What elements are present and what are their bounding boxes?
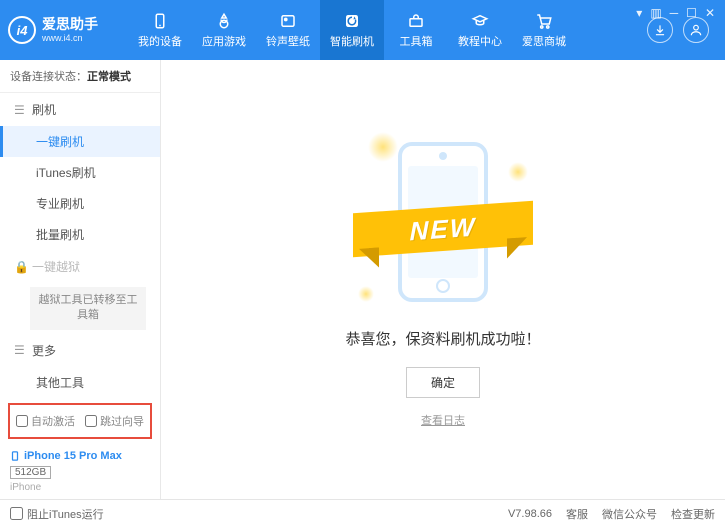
- nav-label: 铃声壁纸: [266, 33, 310, 49]
- sidebar-item-other-tools[interactable]: 其他工具: [0, 367, 160, 398]
- close-icon[interactable]: ✕: [705, 6, 715, 20]
- app-icon: [214, 12, 234, 30]
- connection-status: 设备连接状态：正常模式: [0, 60, 160, 93]
- list-icon: ☰: [14, 103, 26, 117]
- skip-guide-input[interactable]: [85, 415, 97, 427]
- customer-service-link[interactable]: 客服: [566, 506, 588, 522]
- status-value: 正常模式: [87, 71, 131, 83]
- skin-icon[interactable]: ▥: [650, 6, 661, 20]
- minimize-icon[interactable]: ─: [670, 6, 679, 20]
- nav-label: 教程中心: [458, 33, 502, 49]
- device-storage: 512GB: [10, 466, 51, 479]
- main-content: NEW 恭喜您，保资料刷机成功啦！ 确定 查看日志: [161, 60, 725, 499]
- nav-apps[interactable]: 应用游戏: [192, 0, 256, 60]
- menu-icon[interactable]: ▾: [636, 6, 642, 20]
- checkbox-label: 跳过向导: [100, 413, 144, 429]
- block-itunes-input[interactable]: [10, 507, 23, 520]
- graduation-icon: [470, 12, 490, 30]
- logo-icon: i4: [8, 16, 36, 44]
- phone-icon: [150, 12, 170, 30]
- new-ribbon: NEW: [353, 200, 533, 257]
- app-title: 爱思助手: [42, 16, 98, 33]
- checkbox-label: 自动激活: [31, 413, 75, 429]
- window-controls: ▾ ▥ ─ ☐ ✕: [636, 6, 715, 20]
- app-header: ▾ ▥ ─ ☐ ✕ i4 爱思助手 www.i4.cn 我的设备 应用游戏 铃声…: [0, 0, 725, 60]
- nav-smart-flash[interactable]: 智能刷机: [320, 0, 384, 60]
- sidebar-item-batch-flash[interactable]: 批量刷机: [0, 219, 160, 250]
- flash-options-highlighted: 自动激活 跳过向导: [8, 403, 152, 439]
- lock-icon: 🔒: [14, 260, 26, 274]
- group-jailbreak: 🔒 一键越狱: [0, 250, 160, 283]
- checkbox-label: 阻止iTunes运行: [27, 506, 104, 522]
- app-logo: i4 爱思助手 www.i4.cn: [8, 16, 128, 44]
- device-info: iPhone 15 Pro Max 512GB iPhone: [0, 443, 160, 499]
- check-update-link[interactable]: 检查更新: [671, 506, 715, 522]
- nav-ringtones[interactable]: 铃声壁纸: [256, 0, 320, 60]
- auto-activate-input[interactable]: [16, 415, 28, 427]
- success-message: 恭喜您，保资料刷机成功啦！: [345, 328, 540, 349]
- cart-icon: [534, 12, 554, 30]
- success-illustration: NEW: [358, 132, 528, 312]
- wechat-link[interactable]: 微信公众号: [602, 506, 657, 522]
- phone-icon: [10, 449, 20, 463]
- status-label: 设备连接状态：: [10, 71, 87, 83]
- main-nav: 我的设备 应用游戏 铃声壁纸 智能刷机 工具箱 教程中心 爱思商城: [128, 0, 647, 60]
- header-actions: [647, 17, 709, 43]
- nav-tutorials[interactable]: 教程中心: [448, 0, 512, 60]
- sidebar-item-pro-flash[interactable]: 专业刷机: [0, 188, 160, 219]
- auto-activate-checkbox[interactable]: 自动激活: [16, 413, 75, 429]
- sidebar-item-itunes-flash[interactable]: iTunes刷机: [0, 157, 160, 188]
- nav-my-device[interactable]: 我的设备: [128, 0, 192, 60]
- list-icon: ☰: [14, 343, 26, 357]
- nav-label: 智能刷机: [330, 33, 374, 49]
- sidebar-item-oneclick-flash[interactable]: 一键刷机: [0, 126, 160, 157]
- group-flash[interactable]: ☰ 刷机: [0, 93, 160, 126]
- sidebar: 设备连接状态：正常模式 ☰ 刷机 一键刷机 iTunes刷机 专业刷机 批量刷机…: [0, 60, 161, 499]
- group-label: 一键越狱: [32, 258, 80, 275]
- group-more[interactable]: ☰ 更多: [0, 334, 160, 367]
- refresh-icon: [342, 12, 362, 30]
- user-icon: [689, 23, 703, 37]
- jailbreak-moved-note: 越狱工具已转移至工具箱: [30, 287, 146, 330]
- user-button[interactable]: [683, 17, 709, 43]
- device-name[interactable]: iPhone 15 Pro Max: [10, 449, 150, 463]
- version-text: V7.98.66: [508, 508, 552, 520]
- nav-label: 工具箱: [400, 33, 433, 49]
- device-type: iPhone: [10, 482, 150, 493]
- maximize-icon[interactable]: ☐: [686, 6, 697, 20]
- app-url: www.i4.cn: [42, 33, 98, 44]
- sidebar-item-download-firmware[interactable]: 下载固件: [0, 398, 160, 399]
- group-label: 更多: [32, 342, 56, 359]
- ok-button[interactable]: 确定: [406, 367, 480, 398]
- toolbox-icon: [406, 12, 426, 30]
- footer: 阻止iTunes运行 V7.98.66 客服 微信公众号 检查更新: [0, 499, 725, 527]
- nav-label: 我的设备: [138, 33, 182, 49]
- group-label: 刷机: [32, 101, 56, 118]
- download-icon: [653, 23, 667, 37]
- download-button[interactable]: [647, 17, 673, 43]
- view-log-link[interactable]: 查看日志: [421, 412, 465, 428]
- image-icon: [278, 12, 298, 30]
- nav-label: 应用游戏: [202, 33, 246, 49]
- skip-guide-checkbox[interactable]: 跳过向导: [85, 413, 144, 429]
- nav-toolbox[interactable]: 工具箱: [384, 0, 448, 60]
- nav-store[interactable]: 爱思商城: [512, 0, 576, 60]
- block-itunes-checkbox[interactable]: 阻止iTunes运行: [10, 506, 104, 522]
- nav-label: 爱思商城: [522, 33, 566, 49]
